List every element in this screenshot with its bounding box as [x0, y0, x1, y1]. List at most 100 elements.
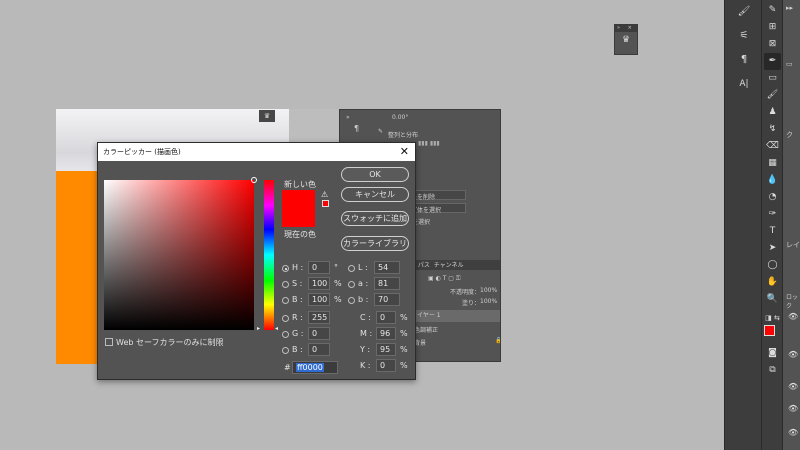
out-of-gamut-warning-icon[interactable]: ⚠ [321, 190, 328, 199]
close-icon[interactable]: ✕ [400, 143, 409, 161]
ok-button[interactable]: OK [341, 167, 409, 182]
filter-icons[interactable]: ▣ ◐ T ▢ ⚿ [428, 275, 460, 283]
field-c[interactable]: 0 [376, 311, 396, 324]
unit-m: % [400, 329, 408, 338]
mini-panel-titlebar[interactable]: » × [615, 25, 637, 32]
panel-expand-icon[interactable]: ▸▸ [786, 4, 793, 12]
field-blue[interactable]: 0 [308, 343, 330, 356]
field-b[interactable]: 100 [308, 293, 330, 306]
color-preview-swatch [282, 190, 315, 227]
field-r[interactable]: 255 [308, 311, 330, 324]
hand-tool-icon[interactable]: ✋ [764, 274, 781, 291]
gamut-color-swatch[interactable] [322, 200, 329, 207]
unit-h: ° [334, 263, 338, 272]
stamp-tool-icon[interactable]: ♟ [764, 104, 781, 121]
layers-panel-label[interactable]: レイ [786, 240, 800, 250]
eyedropper-icon[interactable]: ✎ [378, 128, 383, 135]
label-g: G : [292, 329, 304, 338]
blur-tool-icon[interactable]: 💧 [764, 172, 781, 189]
hex-label: # [284, 363, 291, 372]
radio-h[interactable] [282, 265, 289, 272]
add-to-swatches-button[interactable]: スウォッチに追加 [341, 211, 409, 226]
foreground-color-swatch[interactable] [764, 325, 775, 336]
web-safe-label[interactable]: Web セーフカラーのみに制限 [116, 337, 224, 348]
dodge-tool-icon[interactable]: ◔ [764, 189, 781, 206]
history-brush-icon[interactable]: 🖌 [736, 4, 752, 20]
hue-slider-right-arrow[interactable]: ◂ [275, 325, 278, 332]
panel-row-icon: ▭ [786, 60, 793, 68]
field-k[interactable]: 0 [376, 359, 396, 372]
path-select-icon[interactable]: ➤ [764, 240, 781, 257]
radio-blue[interactable] [282, 347, 289, 354]
unit-k: % [400, 361, 408, 370]
opacity-value[interactable]: 100% [480, 287, 497, 294]
eyedropper-tool-icon[interactable]: ✒ [764, 53, 781, 70]
field-y[interactable]: 95 [376, 343, 396, 356]
radio-r[interactable] [282, 315, 289, 322]
crown-icon[interactable]: ♛ [615, 35, 637, 45]
slice-tool-icon[interactable]: ⊠ [764, 36, 781, 53]
brush-tool-icon[interactable]: ✎ [764, 2, 781, 19]
label-b: B : [292, 295, 303, 304]
radio-b[interactable] [282, 297, 289, 304]
frame-tool-icon[interactable]: ⊞ [764, 19, 781, 36]
radio-a[interactable] [348, 281, 355, 288]
gradient-tool-icon[interactable]: ▦ [764, 155, 781, 172]
field-g[interactable]: 0 [308, 327, 330, 340]
history-brush-tool-icon[interactable]: ↯ [764, 121, 781, 138]
layer-row-2[interactable]: 色調補正 [414, 325, 438, 334]
eye-icon[interactable]: 👁 [788, 428, 798, 437]
quick-mask-icon[interactable]: ◙ [764, 345, 781, 362]
lock-label: ロック [786, 294, 799, 310]
radio-s[interactable] [282, 281, 289, 288]
field-a[interactable]: 81 [374, 277, 400, 290]
hex-field[interactable]: ff0000 [292, 361, 338, 374]
patch-tool-icon[interactable]: ▭ [764, 70, 781, 87]
layer-row-1[interactable]: イヤー 1 [414, 310, 500, 322]
eraser-tool-icon[interactable]: ⌫ [764, 138, 781, 155]
align-icons[interactable]: ▮▮▮ ▮▮▮ [418, 140, 440, 147]
crown-icon[interactable]: ♛ [259, 110, 275, 122]
label-l: L : [358, 263, 368, 272]
eye-icon[interactable]: 👁 [788, 350, 798, 359]
color-library-button[interactable]: カラーライブラリ [341, 236, 409, 251]
color-field-cursor[interactable] [251, 177, 257, 183]
radio-g[interactable] [282, 331, 289, 338]
radio-l[interactable] [348, 265, 355, 272]
web-safe-checkbox[interactable] [105, 338, 113, 346]
zoom-tool-icon[interactable]: 🔍 [764, 291, 781, 308]
radio-lab-b[interactable] [348, 297, 355, 304]
collapse-icon[interactable]: » [346, 114, 350, 121]
screen-mode-icon[interactable]: ⧉ [764, 362, 781, 379]
field-h[interactable]: 0 [308, 261, 330, 274]
field-lab-b[interactable]: 70 [374, 293, 400, 306]
cancel-button[interactable]: キャンセル [341, 187, 409, 202]
hue-slider-left-arrow[interactable]: ▸ [257, 325, 260, 332]
opacity-label: 不透明度： [450, 289, 481, 296]
hue-slider[interactable] [264, 180, 274, 330]
type-tool-icon[interactable]: T [764, 223, 781, 240]
panel-dock-column: 🖌 ⚟ ¶ A| [724, 0, 761, 450]
label-s: S : [292, 279, 303, 288]
character-icon[interactable]: A| [736, 76, 752, 92]
pen-tool-icon[interactable]: ✑ [764, 206, 781, 223]
fill-value[interactable]: 100% [480, 298, 497, 305]
eye-icon[interactable]: 👁 [788, 382, 798, 391]
floating-mini-panel[interactable]: » × ♛ [614, 24, 638, 55]
field-m[interactable]: 96 [376, 327, 396, 340]
label-k: K : [360, 361, 371, 370]
label-h: H : [292, 263, 304, 272]
eye-icon[interactable]: 👁 [788, 312, 798, 321]
paragraph-icon[interactable]: ¶ [736, 52, 752, 68]
saturation-brightness-field[interactable] [104, 177, 257, 330]
move-tool-icon[interactable]: ¶ [354, 124, 359, 133]
field-s[interactable]: 100 [308, 277, 330, 290]
paint-brush-icon[interactable]: 🖌 [764, 87, 781, 104]
adjustments-icon[interactable]: ⚟ [736, 28, 752, 44]
panel-tab-k[interactable]: ク [786, 130, 793, 140]
eye-icon[interactable]: 👁 [788, 404, 798, 413]
label-r: R : [292, 313, 303, 322]
shape-tool-icon[interactable]: ◯ [764, 257, 781, 274]
unit-b: % [334, 295, 342, 304]
field-l[interactable]: 54 [374, 261, 400, 274]
